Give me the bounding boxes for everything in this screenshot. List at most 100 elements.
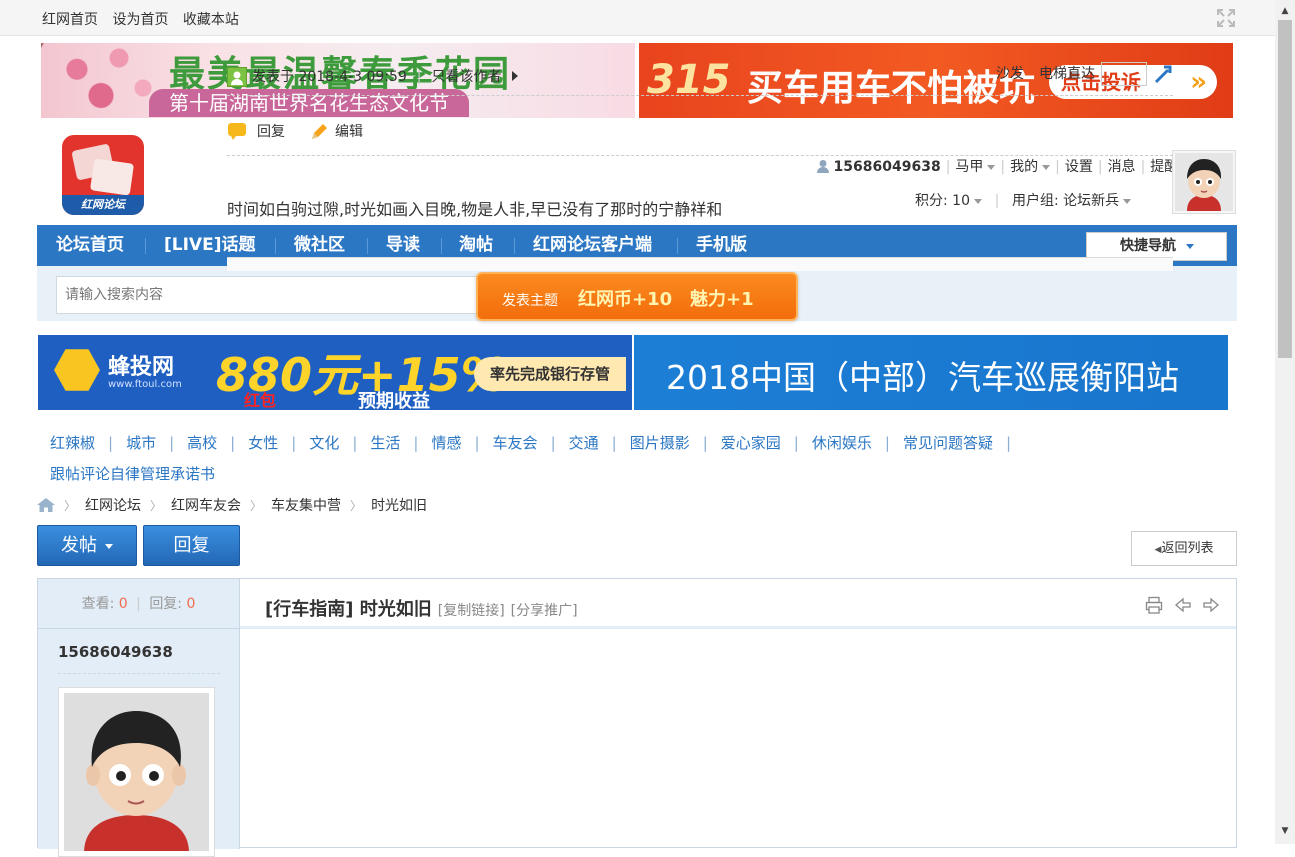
forum-link[interactable]: 跟帖评论自律管理承诺书 (50, 465, 215, 483)
floor-info: 沙发 电梯直达 (996, 62, 1173, 86)
prev-thread-icon[interactable] (1174, 596, 1192, 614)
auto-show-text: 2018中国（中部）汽车巡展衡阳站 (666, 358, 1179, 397)
breadcrumb-item[interactable]: 红网论坛 (85, 498, 141, 514)
post-content: 时间如白驹过隙,时光如画入目晚,物是人非,早已没有了那时的宁静祥和 (227, 200, 723, 219)
fullscreen-icon[interactable] (1216, 8, 1236, 28)
back-to-list-button[interactable]: ◀返回列表 (1131, 531, 1237, 566)
home-icon[interactable] (37, 498, 55, 512)
only-author-link[interactable]: 只看该作者 (432, 69, 502, 85)
floor-label: 沙发 (996, 66, 1024, 82)
speech-bubble-icon (228, 123, 246, 140)
reply-button[interactable]: 回复 (143, 525, 240, 566)
plum-blossom-image (41, 43, 161, 118)
search-input[interactable] (56, 276, 486, 314)
top-link-home[interactable]: 红网首页 (42, 12, 98, 28)
thread-post: 查看: 0 | 回复: 0 15686049638 [行车指南] 时光如旧 [复… (37, 578, 1237, 857)
chevron-down-icon (987, 164, 996, 170)
play-arrow-icon (511, 71, 518, 81)
toast-charm: 魅力+1 (690, 289, 754, 310)
forum-link[interactable]: 城市 (126, 434, 156, 452)
divider (58, 673, 220, 674)
thread-title: [行车指南] 时光如旧 [复制链接] [分享推广] (265, 595, 578, 621)
post-meta: 发表于 2018-4-3 09:59 | 只看该作者 沙发 电梯直达 (227, 62, 1173, 96)
forum-link[interactable]: 休闲娱乐 (812, 434, 872, 452)
menu-mine[interactable]: 我的 (1010, 156, 1051, 176)
scroll-down-arrow-icon[interactable]: ▼ (1275, 826, 1295, 836)
double-chevron-right-icon: » (1190, 67, 1207, 97)
username[interactable]: 15686049638 (834, 159, 941, 175)
scroll-up-arrow-icon[interactable]: ▲ (1275, 6, 1295, 16)
scrollbar-thumb[interactable] (1278, 20, 1292, 358)
usergroup-menu[interactable]: 用户组: 论坛新兵 (1011, 193, 1132, 209)
forum-link[interactable]: 情感 (431, 434, 461, 452)
chevron-down-icon (1042, 164, 1051, 170)
next-thread-icon[interactable] (1202, 596, 1220, 614)
jump-go-icon[interactable] (1153, 64, 1173, 84)
menu-mine-label: 我的 (1010, 159, 1039, 175)
chevron-down-icon (1186, 243, 1194, 249)
auto-show-banner[interactable]: 2018中国（中部）汽车巡展衡阳站 (634, 335, 1228, 410)
score-bar: 积分: 10 | 用户组: 论坛新兵 (915, 190, 1132, 210)
site-logo[interactable]: 红网论坛 (62, 135, 144, 215)
breadcrumb-item[interactable]: 车友集中营 (271, 498, 341, 514)
new-post-label: 发帖 (61, 535, 97, 556)
menu-messages[interactable]: 消息 (1108, 156, 1136, 176)
top-bar: 红网首页 设为首页 收藏本站 (0, 0, 1275, 36)
avatar-image (1175, 153, 1233, 211)
post-edit-action[interactable]: 编辑 (309, 121, 363, 141)
fengtou-yield: 预期收益 (358, 391, 430, 410)
post-reply-action[interactable]: 回复 (227, 121, 285, 141)
reward-toast: 发表主题 红网币+10 魅力+1 (476, 272, 798, 321)
author-avatar[interactable] (58, 687, 215, 857)
top-links: 红网首页 设为首页 收藏本站 (42, 9, 249, 29)
print-icon[interactable] (1145, 596, 1163, 614)
nav-forum-home[interactable]: 论坛首页 (56, 225, 124, 266)
toast-label: 发表主题 (502, 293, 558, 309)
forum-link[interactable]: 女性 (248, 434, 278, 452)
forum-link[interactable]: 交通 (569, 434, 599, 452)
scrollbar[interactable]: ▲ ▼ (1275, 0, 1295, 844)
pencil-icon (312, 124, 327, 139)
forum-link[interactable]: 高校 (187, 434, 217, 452)
fengtou-url: www.ftoul.com (108, 379, 182, 390)
score-menu[interactable]: 积分: 10 (915, 193, 982, 209)
menu-majia[interactable]: 马甲 (955, 156, 996, 176)
forum-link[interactable]: 文化 (309, 434, 339, 452)
user-menu-bar: 15686049638|马甲|我的|设置|消息|提醒|退出 (816, 156, 1233, 176)
online-status-icon (227, 67, 247, 87)
forum-link[interactable]: 爱心家园 (721, 434, 781, 452)
post-timestamp: 发表于 2018-4-3 09:59 (252, 69, 407, 85)
copy-link[interactable]: [复制链接] (438, 603, 505, 619)
post-author-name[interactable]: 15686049638 (58, 643, 173, 661)
forum-link[interactable]: 车友会 (493, 434, 538, 452)
menu-settings[interactable]: 设置 (1065, 156, 1093, 176)
user-icon (816, 160, 829, 173)
usergroup-label: 用户组: 论坛新兵 (1011, 193, 1120, 209)
forum-link[interactable]: 常见问题答疑 (903, 434, 993, 452)
breadcrumb-current[interactable]: 时光如旧 (371, 498, 427, 514)
forum-link[interactable]: 生活 (370, 434, 400, 452)
share-link[interactable]: [分享推广] (511, 603, 578, 619)
menu-majia-label: 马甲 (955, 159, 984, 175)
replies-count: 0 (186, 596, 196, 612)
views-label: 查看: (81, 596, 115, 612)
chevron-down-icon (973, 198, 982, 204)
back-to-list-label: 返回列表 (1161, 541, 1214, 556)
fengtou-ad-banner[interactable]: 蜂投网 www.ftoul.com 880元+15% 红包 预期收益 率先完成银… (38, 335, 632, 410)
thread-title-text: [行车指南] 时光如旧 (265, 599, 432, 620)
top-link-bookmark[interactable]: 收藏本站 (183, 12, 239, 28)
jump-label: 电梯直达 (1039, 66, 1095, 82)
top-link-set-home[interactable]: 设为首页 (112, 12, 168, 28)
forum-link[interactable]: 图片摄影 (630, 434, 690, 452)
fengtou-redpacket: 红包 (244, 391, 277, 410)
post-bottom-bar (227, 257, 1173, 271)
new-post-button[interactable]: 发帖 (37, 525, 137, 566)
title-tools (1139, 596, 1220, 618)
floor-jump-input[interactable] (1101, 62, 1147, 86)
post-actions: 回复 编辑 (227, 118, 1173, 156)
forum-link[interactable]: 红辣椒 (50, 434, 95, 452)
breadcrumb-item[interactable]: 红网车友会 (171, 498, 241, 514)
replies-label: 回复: (149, 596, 183, 612)
fengtou-name: 蜂投网 (108, 355, 175, 380)
header-avatar[interactable] (1172, 150, 1236, 214)
